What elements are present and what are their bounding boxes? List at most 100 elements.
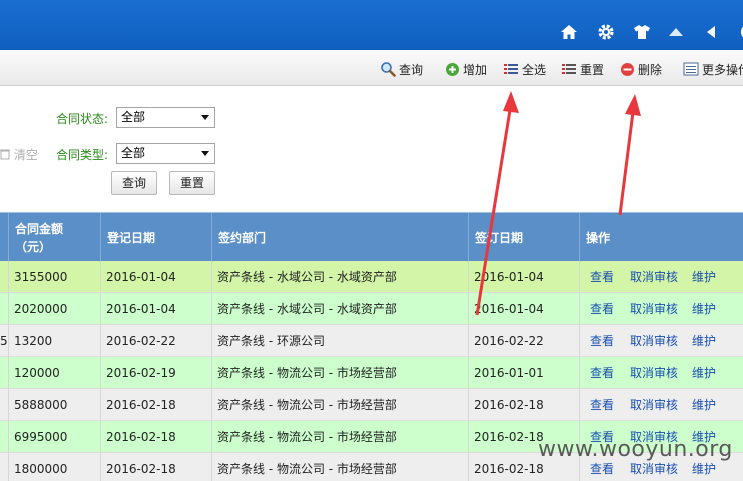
clear-label: 清空 (13, 148, 38, 162)
maintain-link[interactable]: 维护 (692, 270, 716, 284)
query-label: 查询 (399, 62, 424, 77)
list-icon (683, 62, 699, 76)
cell-amount: 1800000 (8, 453, 100, 481)
delete-label: 删除 (638, 62, 663, 77)
cell-register-date: 2016-01-04 (100, 293, 211, 325)
reset-label: 重置 (580, 62, 605, 77)
cell-dept: 资产条线 - 物流公司 - 市场经营部 (211, 453, 468, 481)
cancel-audit-link[interactable]: 取消审核 (630, 366, 678, 380)
header-amount: 合同金额 （元） (8, 213, 100, 262)
cell-register-date: 2016-01-04 (100, 261, 211, 293)
row-leading-cell (0, 421, 8, 453)
table-row[interactable]: 2020000 2016-01-04 资产条线 - 水域公司 - 水域资产部 2016… (0, 293, 743, 325)
cell-dept: 资产条线 - 水域公司 - 水域资产部 (211, 261, 468, 293)
select-all-label: 全选 (522, 62, 547, 77)
cell-register-date: 2016-02-18 (100, 453, 211, 481)
trash-icon (0, 149, 10, 160)
add-button[interactable]: 增加 (445, 60, 487, 78)
maintain-link[interactable]: 维护 (692, 334, 716, 348)
filter-reset-button[interactable]: 重置 (169, 171, 215, 195)
caret-left-icon[interactable] (701, 22, 721, 42)
view-link[interactable]: 查看 (590, 334, 614, 348)
cancel-audit-link[interactable]: 取消审核 (630, 462, 678, 476)
cell-ops: 查看 取消审核 维护 (579, 389, 743, 421)
table-row[interactable]: 3155000 2016-01-04 资产条线 - 水域公司 - 水域资产部 2016… (0, 261, 743, 293)
cell-dept: 资产条线 - 水域公司 - 水域资产部 (211, 293, 468, 325)
toolbar: 查询 增加 全选 重置 删除 更多操作 (0, 50, 743, 86)
maintain-link[interactable]: 维护 (692, 398, 716, 412)
cell-amount: 13200 (8, 325, 100, 357)
status-label: 合同状态: (56, 112, 109, 126)
cell-dept: 资产条线 - 环源公司 (211, 325, 468, 357)
cell-ops: 查看 取消审核 维护 (579, 261, 743, 293)
maintain-link[interactable]: 维护 (692, 462, 716, 476)
cell-sign-date: 2016-02-18 (468, 389, 579, 421)
circle-icon[interactable] (733, 22, 743, 42)
chevron-down-icon (201, 115, 209, 120)
type-label: 合同类型: (56, 148, 109, 162)
reset-icon (562, 64, 576, 74)
header-sign-date: 签订日期 (468, 213, 579, 262)
cell-ops: 查看 取消审核 维护 (579, 357, 743, 389)
table-header: 合同金额 （元） 登记日期 签约部门 签订日期 操作 (0, 212, 743, 262)
top-bar (0, 0, 743, 50)
view-link[interactable]: 查看 (590, 366, 614, 380)
cell-amount: 3155000 (8, 261, 100, 293)
shirt-icon[interactable] (632, 22, 652, 42)
view-link[interactable]: 查看 (590, 302, 614, 316)
clear-button[interactable]: 清空 (0, 146, 38, 163)
view-link[interactable]: 查看 (590, 398, 614, 412)
header-amount-line1: 合同金额 (15, 221, 64, 236)
cell-amount: 5888000 (8, 389, 100, 421)
cell-amount: 120000 (8, 357, 100, 389)
reset-button[interactable]: 重置 (561, 60, 604, 78)
cell-dept: 资产条线 - 物流公司 - 市场经营部 (211, 389, 468, 421)
type-select[interactable]: 全部 (116, 143, 215, 164)
search-icon (381, 62, 396, 77)
add-label: 增加 (463, 62, 488, 77)
add-icon (446, 62, 459, 76)
view-link[interactable]: 查看 (590, 462, 614, 476)
row-leading-cell (0, 389, 8, 421)
more-actions-label: 更多操作 (702, 62, 743, 77)
filter-query-button[interactable]: 查询 (111, 171, 157, 195)
row-leading-cell (0, 453, 8, 481)
view-link[interactable]: 查看 (590, 270, 614, 284)
filter-panel: 合同状态: 全部 清空 合同类型: 全部 查询 重置 (0, 87, 743, 211)
cell-dept: 资产条线 - 物流公司 - 市场经营部 (211, 421, 468, 453)
table-row[interactable]: 120000 2016-02-19 资产条线 - 物流公司 - 市场经营部 2016-… (0, 357, 743, 389)
maintain-link[interactable]: 维护 (692, 302, 716, 316)
cell-amount: 6995000 (8, 421, 100, 453)
select-all-icon (504, 64, 518, 74)
more-actions-button[interactable]: 更多操作 (683, 60, 743, 78)
cancel-audit-link[interactable]: 取消审核 (630, 302, 678, 316)
delete-button[interactable]: 删除 (620, 60, 662, 78)
cell-ops: 查看 取消审核 维护 (579, 293, 743, 325)
table-row[interactable]: 5 13200 2016-02-22 资产条线 - 环源公司 2016-02-22 查看取… (0, 325, 743, 357)
cancel-audit-link[interactable]: 取消审核 (630, 398, 678, 412)
cell-register-date: 2016-02-18 (100, 421, 211, 453)
table-row[interactable]: 5888000 2016-02-18 资产条线 - 物流公司 - 市场经营部 2016… (0, 389, 743, 421)
cell-sign-date: 2016-01-04 (468, 293, 579, 325)
row-leading-cell (0, 357, 8, 389)
cell-register-date: 2016-02-22 (100, 325, 211, 357)
watermark: www.wooyun.org (538, 437, 733, 462)
delete-icon (621, 62, 634, 76)
status-select[interactable]: 全部 (116, 107, 215, 128)
cancel-audit-link[interactable]: 取消审核 (630, 334, 678, 348)
cell-register-date: 2016-02-18 (100, 389, 211, 421)
status-select-value: 全部 (121, 110, 146, 124)
select-all-button[interactable]: 全选 (503, 60, 546, 78)
header-register-date: 登记日期 (100, 213, 211, 262)
cancel-audit-link[interactable]: 取消审核 (630, 270, 678, 284)
cell-sign-date: 2016-01-04 (468, 261, 579, 293)
query-button[interactable]: 查询 (380, 60, 423, 78)
maintain-link[interactable]: 维护 (692, 366, 716, 380)
gear-icon[interactable] (596, 22, 616, 42)
caret-up-icon[interactable] (666, 22, 686, 42)
row-leading-cell (0, 293, 8, 325)
type-select-value: 全部 (121, 146, 146, 160)
cell-amount: 2020000 (8, 293, 100, 325)
header-dept: 签约部门 (211, 213, 468, 262)
home-icon[interactable] (559, 22, 579, 42)
